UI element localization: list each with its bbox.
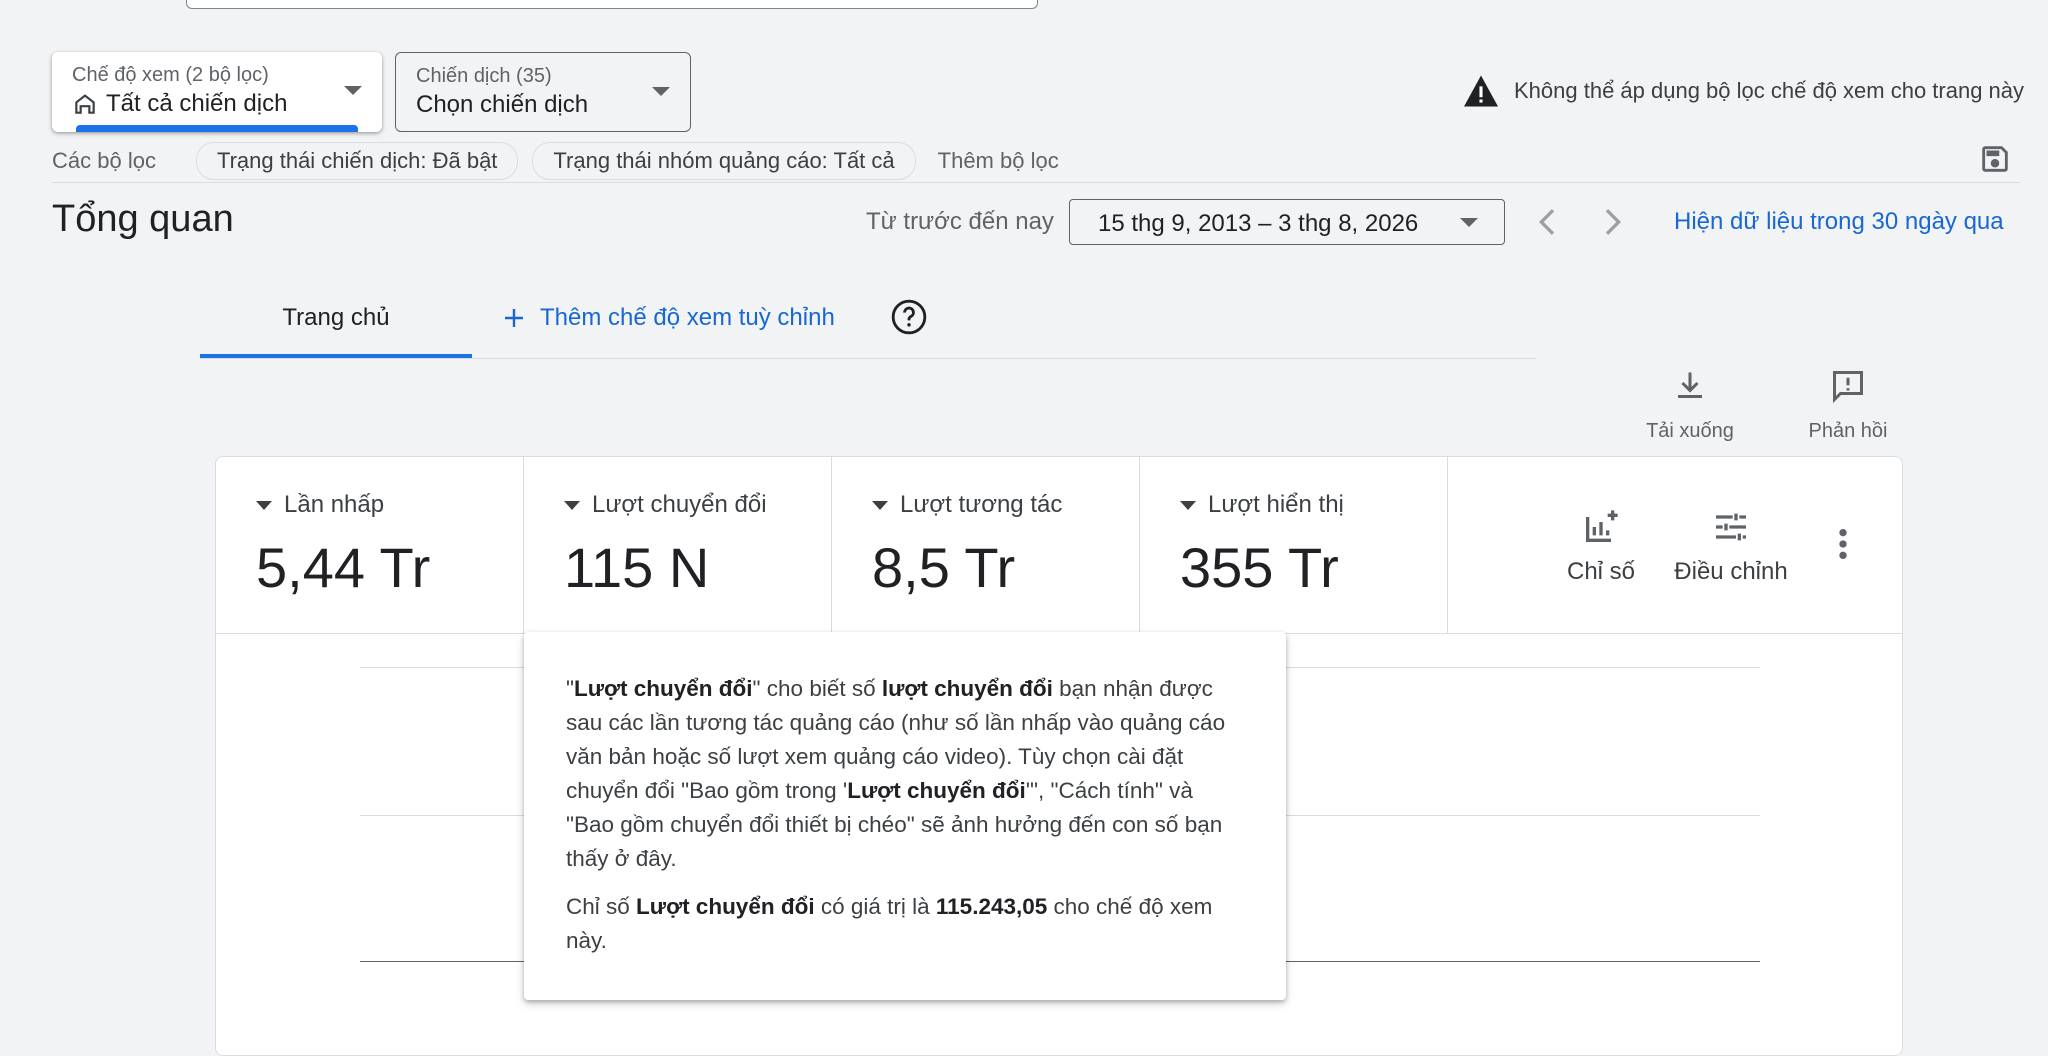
download-label: Tải xuống bbox=[1646, 420, 1734, 442]
previous-period-button[interactable] bbox=[1528, 202, 1568, 242]
view-selector[interactable]: Chế độ xem (2 bộ lọc) Tất cả chiến dịch bbox=[52, 52, 382, 132]
date-range-label: Từ trước đến nay bbox=[866, 208, 1054, 235]
metric-clicks[interactable]: Lần nhấp 5,44 Tr bbox=[216, 457, 524, 633]
save-icon[interactable] bbox=[1978, 142, 2012, 181]
caret-down-icon bbox=[256, 500, 272, 510]
next-period-button[interactable] bbox=[1592, 202, 1632, 242]
show-last-30-days-link[interactable]: Hiện dữ liệu trong 30 ngày qua bbox=[1674, 208, 2004, 236]
campaign-selector[interactable]: Chiến dịch (35) Chọn chiến dịch bbox=[395, 52, 691, 132]
top-search-box[interactable] bbox=[186, 0, 1038, 9]
filters-label: Các bộ lọc bbox=[52, 148, 156, 173]
feedback-button[interactable]: Phản hồi bbox=[1798, 368, 1898, 443]
tooltip-value: Chỉ số Lượt chuyển đổi có giá trị là 115… bbox=[566, 894, 1213, 953]
chevron-down-icon bbox=[652, 87, 670, 96]
metrics-button[interactable]: Chỉ số bbox=[1546, 507, 1656, 586]
date-range-value: 15 thg 9, 2013 – 3 thg 8, 2026 bbox=[1098, 210, 1419, 237]
download-button[interactable]: Tải xuống bbox=[1640, 368, 1740, 443]
caret-down-icon bbox=[1180, 500, 1196, 510]
help-icon[interactable] bbox=[890, 298, 928, 341]
chevron-down-icon bbox=[1460, 218, 1478, 227]
more-vert-icon bbox=[1839, 528, 1847, 560]
add-chart-icon bbox=[1586, 510, 1618, 542]
page-title: Tổng quan bbox=[52, 198, 234, 240]
feedback-label: Phản hồi bbox=[1808, 420, 1888, 442]
feedback-icon bbox=[1833, 371, 1863, 404]
metric-interactions[interactable]: Lượt tương tác 8,5 Tr bbox=[832, 457, 1140, 633]
download-icon bbox=[1678, 372, 1702, 398]
metric-value: 355 Tr bbox=[1180, 536, 1339, 599]
tooltip-description: "Lượt chuyển đổi" cho biết số lượt chuyể… bbox=[566, 676, 1226, 871]
metric-value: 5,44 Tr bbox=[256, 536, 431, 599]
home-icon bbox=[75, 94, 95, 114]
metric-value: 8,5 Tr bbox=[872, 536, 1016, 599]
view-selector-label: Chế độ xem (2 bộ lọc) bbox=[72, 64, 269, 86]
metric-value: 115 N bbox=[564, 536, 710, 599]
metric-impressions[interactable]: Lượt hiển thị 355 Tr bbox=[1140, 457, 1448, 633]
chevron-right-icon bbox=[1605, 209, 1622, 235]
tab-home[interactable]: Trang chủ bbox=[200, 296, 472, 358]
view-filter-warning: Không thể áp dụng bộ lọc chế độ xem cho … bbox=[1462, 74, 2024, 108]
tab-bar: Trang chủ Thêm chế độ xem tuỳ chỉnh bbox=[200, 296, 1536, 359]
filter-bar: Các bộ lọc Trạng thái chiến dịch: Đã bật… bbox=[52, 140, 2020, 182]
view-selector-value: Tất cả chiến dịch bbox=[72, 90, 287, 118]
adjust-button[interactable]: Điều chỉnh bbox=[1656, 507, 1806, 586]
plus-icon bbox=[505, 309, 523, 327]
metric-conversions[interactable]: Lượt chuyển đổi 115 N bbox=[524, 457, 832, 633]
caret-down-icon bbox=[872, 500, 888, 510]
campaign-selector-label: Chiến dịch (35) bbox=[416, 65, 552, 87]
selected-indicator bbox=[76, 125, 358, 132]
add-custom-view-tab[interactable]: Thêm chế độ xem tuỳ chỉnh bbox=[502, 304, 835, 332]
warning-icon bbox=[1464, 75, 1498, 107]
chevron-down-icon bbox=[344, 86, 362, 95]
filter-chip-adgroup-status[interactable]: Trạng thái nhóm quảng cáo: Tất cả bbox=[532, 142, 916, 180]
conversions-tooltip: "Lượt chuyển đổi" cho biết số lượt chuyể… bbox=[524, 632, 1286, 1000]
date-range-picker[interactable]: 15 thg 9, 2013 – 3 thg 8, 2026 bbox=[1069, 199, 1505, 245]
tune-icon bbox=[1716, 513, 1746, 541]
caret-down-icon bbox=[564, 500, 580, 510]
filter-chip-campaign-status[interactable]: Trạng thái chiến dịch: Đã bật bbox=[195, 142, 519, 180]
add-filter-button[interactable]: Thêm bộ lọc bbox=[938, 148, 1059, 174]
more-options-button[interactable] bbox=[1828, 527, 1858, 568]
campaign-selector-value: Chọn chiến dịch bbox=[416, 91, 589, 118]
divider bbox=[52, 182, 2020, 183]
chevron-left-icon bbox=[1538, 209, 1555, 235]
